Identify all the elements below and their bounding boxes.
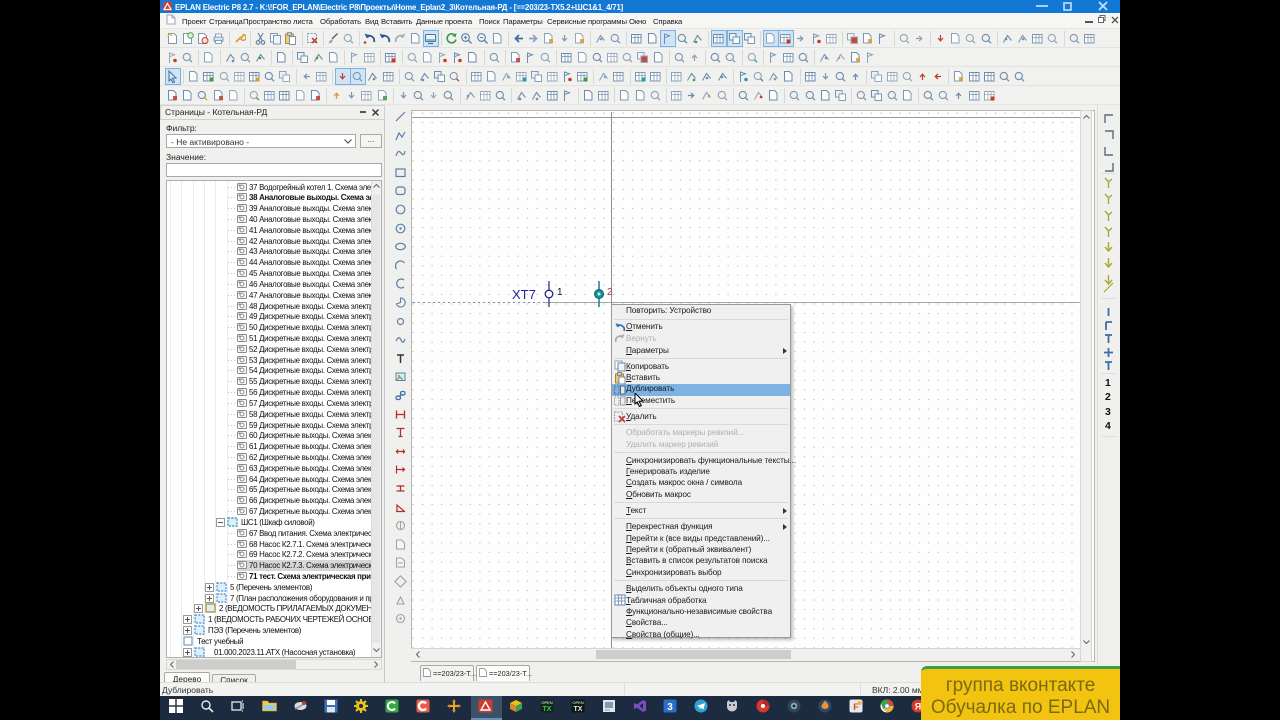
svg-text:Я: Я xyxy=(914,702,920,712)
svg-text:OPEN: OPEN xyxy=(572,700,583,705)
svg-text:OPEN: OPEN xyxy=(541,700,552,705)
svg-text:TX: TX xyxy=(542,706,551,713)
svg-text:3: 3 xyxy=(668,702,674,713)
svg-text:TX: TX xyxy=(573,706,582,713)
